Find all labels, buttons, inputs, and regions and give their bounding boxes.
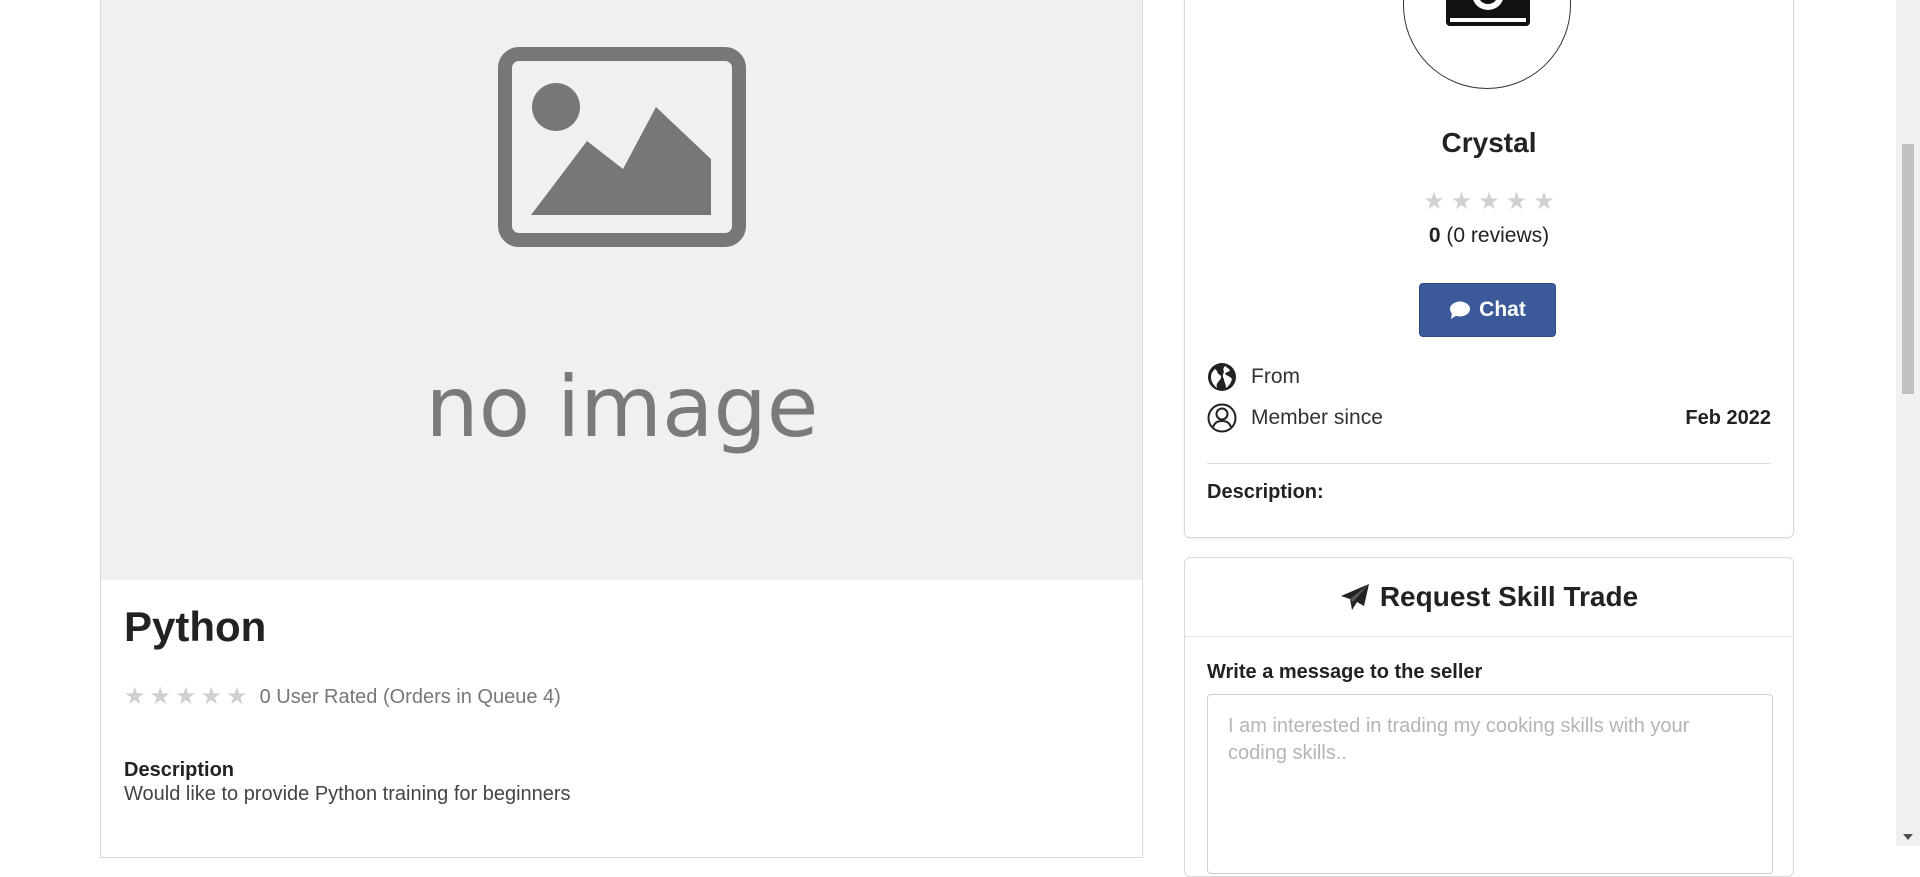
gig-rating-stars: ★ ★ ★ ★ ★ [124, 685, 248, 709]
star-icon: ★ [200, 683, 223, 710]
seller-from-row: From [1207, 362, 1771, 392]
no-image-text: no image [426, 358, 819, 456]
scrollbar-thumb[interactable] [1902, 144, 1914, 394]
gig-rating: ★ ★ ★ ★ ★ 0 User Rated (Orders in Queue … [124, 685, 561, 709]
request-title: Request Skill Trade [1379, 581, 1639, 612]
seller-member-row: Member since Feb 2022 [1207, 403, 1771, 433]
seller-name[interactable]: Crystal [1185, 127, 1793, 159]
seller-rating-value: 0 [1428, 224, 1441, 247]
star-icon: ★ [1423, 188, 1445, 215]
seller-avatar[interactable] [1403, 0, 1571, 89]
message-label: Write a message to the seller [1207, 661, 1483, 683]
message-textarea[interactable] [1207, 694, 1773, 874]
gig-description-label: Description [124, 759, 235, 781]
star-icon: ★ [1478, 188, 1500, 215]
chat-button[interactable]: Chat [1419, 283, 1556, 337]
request-header: Request Skill Trade [1185, 558, 1793, 637]
star-icon: ★ [149, 683, 172, 710]
star-icon: ★ [1505, 188, 1528, 215]
user-circle-icon [1207, 403, 1237, 433]
gig-image: no image [101, 0, 1142, 580]
star-icon: ★ [1533, 188, 1555, 215]
seller-reviews-count: (0 reviews) [1446, 224, 1550, 247]
paper-plane-icon [1340, 584, 1369, 610]
seller-divider [1207, 463, 1771, 464]
no-image-placeholder-icon: no image [426, 47, 819, 456]
chat-button-label: Chat [1479, 298, 1526, 321]
gig-description-text: Would like to provide Python training fo… [124, 783, 571, 805]
star-icon: ★ [226, 683, 248, 710]
star-icon: ★ [175, 683, 197, 710]
camera-icon [1446, 0, 1530, 26]
seller-from-label: From [1251, 365, 1300, 388]
star-icon: ★ [124, 683, 146, 710]
gig-detail-card: no image Python ★ ★ ★ ★ ★ 0 User Rated (… [100, 0, 1143, 858]
member-since-label: Member since [1251, 406, 1383, 429]
gig-rating-text: 0 User Rated (Orders in Queue 4) [259, 685, 561, 708]
request-skill-trade-card: Request Skill Trade Write a message to t… [1184, 557, 1794, 877]
page-scrollbar[interactable] [1896, 0, 1920, 846]
member-since-value: Feb 2022 [1685, 406, 1771, 429]
globe-icon [1208, 363, 1236, 391]
seller-description-label: Description: [1207, 481, 1324, 503]
gig-title: Python [124, 603, 267, 650]
comment-icon [1450, 301, 1471, 319]
star-icon: ★ [1450, 188, 1473, 215]
seller-card: Crystal ★ ★ ★ ★ ★ 0 (0 reviews) Chat Fro… [1184, 0, 1794, 538]
seller-reviews: 0 (0 reviews) [1185, 224, 1793, 248]
seller-rating-stars: ★ ★ ★ ★ ★ [1185, 190, 1793, 214]
scroll-down-arrow-icon[interactable] [1903, 834, 1913, 840]
